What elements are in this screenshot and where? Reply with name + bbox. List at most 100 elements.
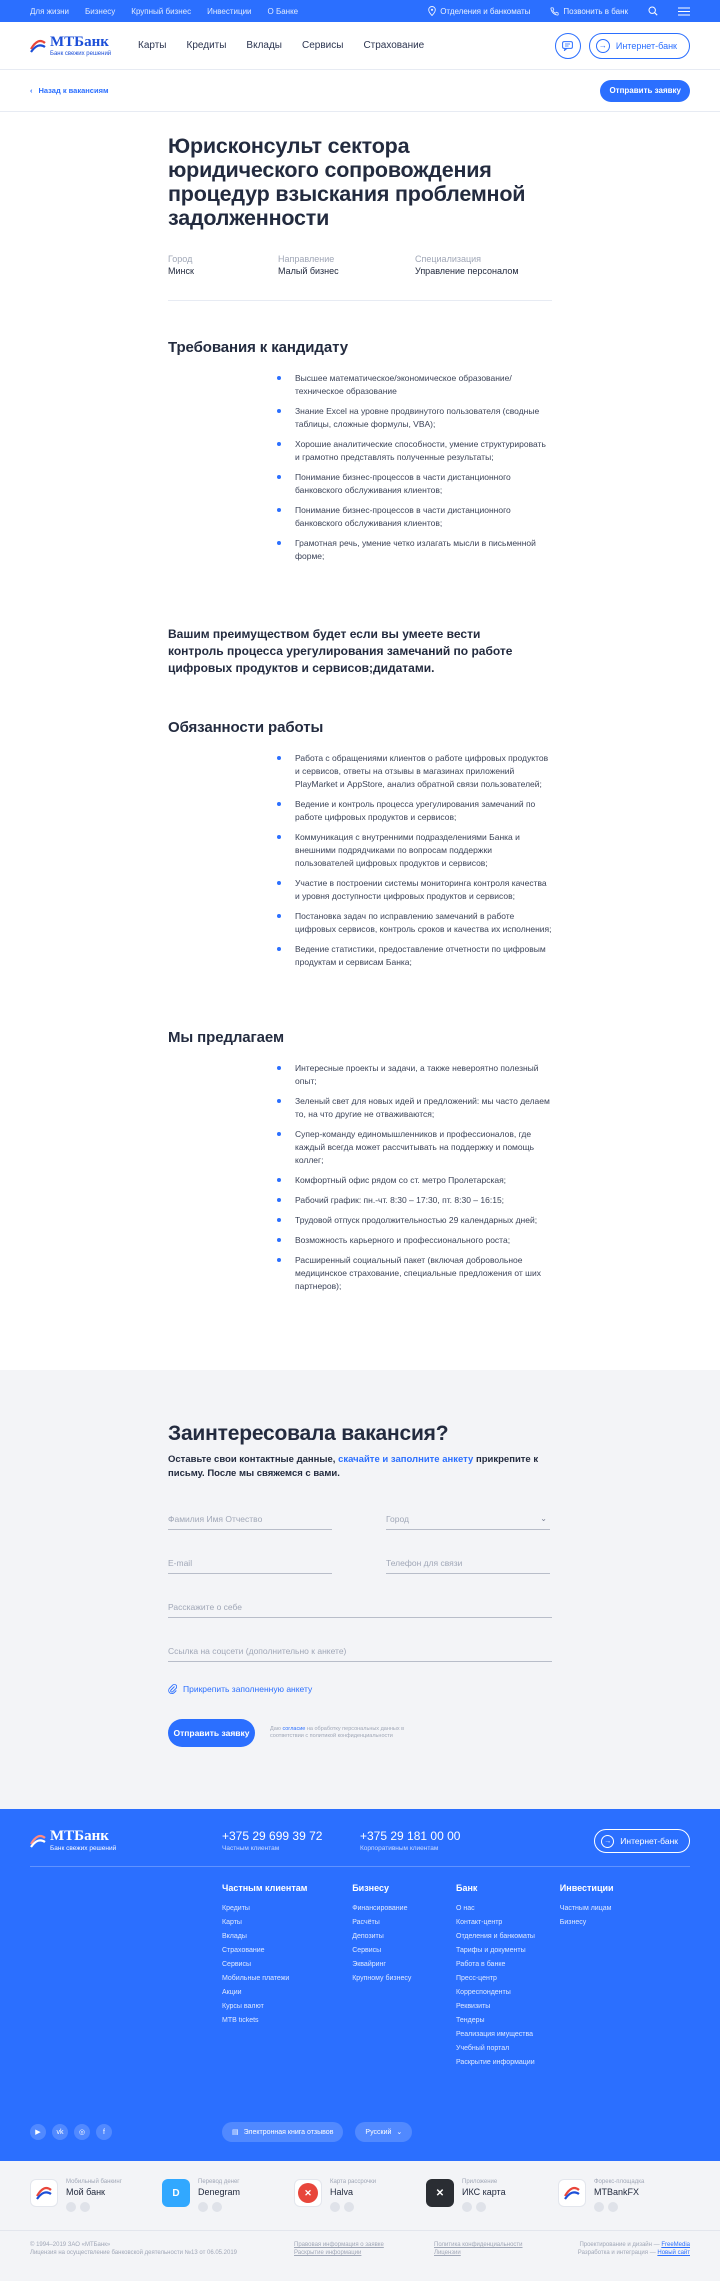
footer-link[interactable]: Тендеры [456,2014,560,2028]
logo-slogan: Банк свежих решений [50,1845,117,1852]
back-to-vacancies-link[interactable]: ‹ Назад к вакансиям [30,86,109,95]
fio-field[interactable]: Фамилия Имя Отчество [168,1514,332,1530]
facebook-icon[interactable]: f [96,2124,112,2140]
apple-store-icon[interactable] [594,2202,604,2212]
footer-logo[interactable]: МТБанк Банк свежих решений [30,1829,222,1852]
footer-link[interactable]: Сервисы [352,1944,456,1958]
app-iks-card[interactable]: ✕ Приложение ИКС карта [426,2179,558,2212]
youtube-icon[interactable]: ▶ [30,2124,46,2140]
bank-logo[interactable]: МТБанк Банк свежих решений [30,34,138,57]
apple-store-icon[interactable] [462,2202,472,2212]
segment-link[interactable]: Бизнесу [85,7,115,16]
footer-link[interactable]: Вклады [222,1930,352,1944]
send-application-button[interactable]: Отправить заявку [168,1719,255,1747]
meta-value: Малый бизнес [278,266,339,276]
footer-link[interactable]: Карты [222,1916,352,1930]
social-link-field[interactable]: Ссылка на соцсети (дополнительно к анкет… [168,1646,552,1662]
footer-link[interactable]: Отделения и банкоматы [456,1930,560,1944]
nav-item-credits[interactable]: Кредиты [187,40,227,51]
app-mtbankfx[interactable]: Форекс-площадка MTBankFX [558,2179,690,2212]
footer-link[interactable]: Раскрытие информации [456,2056,560,2070]
internet-bank-button[interactable]: → Интернет-банк [588,32,690,59]
licenses-link[interactable]: Лицензии [434,2250,461,2256]
arrow-right-icon: → [595,38,610,53]
phone-number[interactable]: +375 29 181 00 00 [360,1829,498,1843]
footer-link[interactable]: Контакт-центр [456,1916,560,1930]
google-play-icon[interactable] [212,2202,222,2212]
nav-item-services[interactable]: Сервисы [302,40,343,51]
apple-store-icon[interactable] [66,2202,76,2212]
meta-label: Город [168,254,193,264]
footer-link[interactable]: Расчёты [352,1916,456,1930]
list-item: Интересные проекты и задачи, а также нев… [277,1062,552,1088]
call-bank-link[interactable]: Позвонить в банк [550,7,628,16]
segment-link[interactable]: Инвестиции [207,7,251,16]
footer-link[interactable]: Сервисы [222,1958,352,1972]
store-badges [330,2202,376,2212]
language-select[interactable]: Русский ⌄ [355,2122,413,2142]
privacy-policy-link[interactable]: Политика конфиденциальности [434,2242,523,2248]
footer-link[interactable]: Мобильные платежи [222,1972,352,1986]
app-my-bank[interactable]: Мобильный банкинг Мой банк [30,2179,162,2212]
google-play-icon[interactable] [80,2202,90,2212]
footer-link[interactable]: Кредиты [222,1902,352,1916]
vk-icon[interactable]: vk [52,2124,68,2140]
nav-item-insurance[interactable]: Страхование [363,40,424,51]
apple-store-icon[interactable] [198,2202,208,2212]
google-play-icon[interactable] [476,2202,486,2212]
vacancy-title: Юрисконсульт сектора юридического сопров… [168,134,526,230]
footer-link[interactable]: Крупному бизнесу [352,1972,456,1986]
nav-item-cards[interactable]: Карты [138,40,167,51]
google-play-icon[interactable] [344,2202,354,2212]
nav-item-deposits[interactable]: Вклады [246,40,282,51]
footer-link[interactable]: Корреспонденты [456,1986,560,2000]
google-play-icon[interactable] [608,2202,618,2212]
footer-link[interactable]: Страхование [222,1944,352,1958]
legal-info-link[interactable]: Правовая информация о заявке [294,2242,384,2248]
download-form-link[interactable]: скачайте и заполните анкету [338,1454,473,1465]
email-field[interactable]: E-mail [168,1558,332,1574]
footer-link[interactable]: Учебный портал [456,2042,560,2056]
footer-link[interactable]: Курсы валют [222,2000,352,2014]
city-select[interactable]: Город ⌄ [386,1514,550,1530]
apple-store-icon[interactable] [330,2202,340,2212]
branches-link[interactable]: Отделения и банкоматы [428,6,530,16]
footer-internet-bank-button[interactable]: → Интернет-банк [594,1829,690,1853]
phone-field[interactable]: Телефон для связи [386,1558,550,1574]
footer-link[interactable]: Пресс-центр [456,1972,560,1986]
footer-col-business: Бизнесу Финансирование Расчёты Депозиты … [352,1883,456,2070]
segment-link[interactable]: О Банке [268,7,299,16]
footer-link[interactable]: MTB tickets [222,2014,352,2028]
app-denegram[interactable]: D Перевод денег Denegram [162,2179,294,2212]
footer-link[interactable]: Частным лицам [560,1902,690,1916]
footer-link[interactable]: О нас [456,1902,560,1916]
new-site-link[interactable]: Новый сайт [657,2250,690,2256]
segment-link[interactable]: Крупный бизнес [131,7,191,16]
segment-link[interactable]: Для жизни [30,7,69,16]
send-application-top-button[interactable]: Отправить заявку [600,79,690,102]
search-icon[interactable] [648,6,658,16]
about-field[interactable]: Расскажите о себе [168,1602,552,1618]
footer-link[interactable]: Акции [222,1986,352,2000]
attach-form-link[interactable]: Прикрепить заполненную анкету [168,1683,720,1694]
chat-button[interactable] [554,32,581,59]
consent-link[interactable]: согласие [282,1726,305,1732]
footer-link[interactable]: Реализация имущества [456,2028,560,2042]
footer-link[interactable]: Финансирование [352,1902,456,1916]
app-halva[interactable]: ✕ Карта рассрочки Halva [294,2179,426,2212]
footer-link[interactable]: Депозиты [352,1930,456,1944]
freemedia-link[interactable]: FreeMedia [661,2242,690,2248]
phone-number[interactable]: +375 29 699 39 72 [222,1829,360,1843]
footer-link[interactable]: Бизнесу [560,1916,690,1930]
footer-link[interactable]: Тарифы и документы [456,1944,560,1958]
guestbook-button[interactable]: ▤ Электронная книга отзывов [222,2122,344,2142]
disclosure-link[interactable]: Раскрытие информации [294,2250,361,2256]
footer-link[interactable]: Реквизиты [456,2000,560,2014]
footer-link[interactable]: Работа в банке [456,1958,560,1972]
menu-icon[interactable] [678,7,690,16]
form-subtitle: Оставьте свои контактные данные, скачайт… [168,1454,539,1479]
footer-link[interactable]: Эквайринг [352,1958,456,1972]
app-caption: Перевод денег [198,2179,240,2185]
social-links: ▶ vk ◎ f [30,2124,210,2140]
instagram-icon[interactable]: ◎ [74,2124,90,2140]
